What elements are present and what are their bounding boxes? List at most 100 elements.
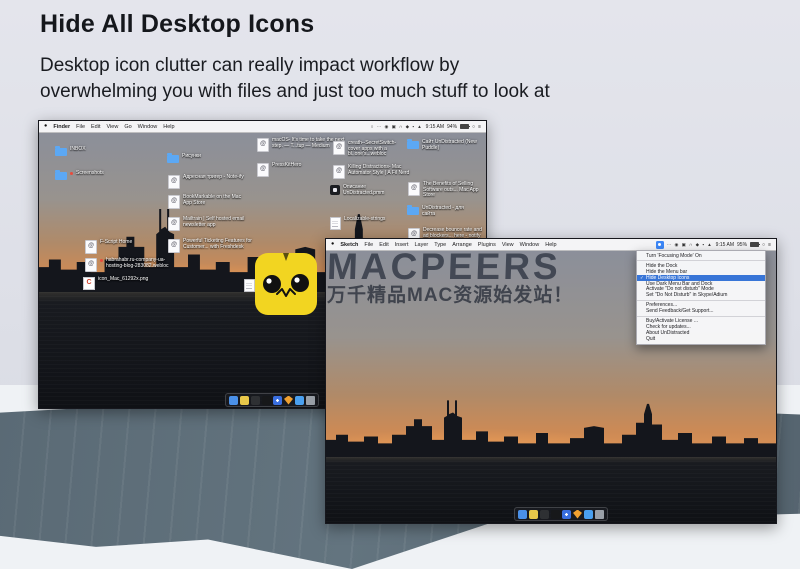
undistracted-dropdown-menu: Turn 'Focusing Mode' On Hide the Dock Hi…: [636, 250, 766, 345]
icon-label: F-Script Home: [100, 239, 133, 245]
desktop-icon-webloc[interactable]: @ Mailtrain | Self hosted email newslette…: [168, 216, 257, 231]
battery-icon: [460, 123, 470, 130]
webloc-icon: @: [168, 175, 180, 189]
dock-icon-7[interactable]: [295, 395, 304, 405]
document-icon: [330, 217, 341, 230]
webloc-icon: @: [333, 165, 345, 179]
desktop-icon-folder[interactable]: UnDistracted - для сайта: [407, 205, 477, 217]
folder-icon: [407, 205, 419, 215]
dock: [514, 507, 608, 521]
dock-icon-safari[interactable]: [562, 509, 571, 519]
desktop-icon-webloc[interactable]: @ habrahabr.ru-company-ua-hosting-blog-28…: [85, 257, 180, 272]
desktop-icon-webloc[interactable]: @ BookMarkable on the Mac App Store: [168, 194, 251, 209]
battery-icon: [750, 241, 760, 248]
apple-icon[interactable]: ●: [44, 123, 47, 129]
webloc-icon: @: [257, 163, 269, 177]
menu-file[interactable]: File: [76, 124, 85, 130]
status-icons[interactable]: ○ ⋯ ◉ ▣ ∩ ◆ ▪ ▲: [371, 124, 423, 130]
icon-label: UnDistracted - для сайта: [422, 205, 464, 217]
icon-label: Рисунки: [182, 153, 201, 159]
desktop-icon-inbox[interactable]: INBOX: [55, 146, 86, 156]
desktop-icon-webloc[interactable]: @ Killing Distractions- Mac Automator Sty…: [333, 164, 414, 179]
image-file-icon: C: [83, 277, 95, 290]
dock-icon-2[interactable]: [240, 395, 249, 405]
desktop-icon-webloc[interactable]: @ F-Script Home: [85, 239, 133, 254]
menu-window[interactable]: Window: [138, 124, 158, 130]
menu-go[interactable]: Go: [124, 124, 131, 130]
menu-edit[interactable]: Edit: [91, 124, 100, 130]
webloc-icon: @: [85, 240, 97, 254]
dock-icon-3[interactable]: [251, 395, 260, 405]
page-subtitle: Desktop icon clutter can really impact w…: [40, 53, 550, 105]
desktop-icon-webloc[interactable]: @ Адресная тригер - Note-ify: [168, 174, 257, 189]
clock[interactable]: 9:15 AM: [426, 124, 444, 130]
header: Hide All Desktop Icons Desktop icon clut…: [40, 10, 550, 105]
battery-percent: 95%: [737, 241, 748, 248]
icon-label: PressKitHero: [272, 162, 302, 168]
dock-icon-trash[interactable]: [306, 395, 315, 405]
dock-icon-2[interactable]: [529, 509, 538, 519]
macpeers-logo-icon: [255, 253, 317, 315]
webloc-icon: @: [168, 195, 180, 209]
desktop-icon-app[interactable]: Описание UnDistracted.pmm: [330, 184, 399, 196]
dock-icon-sketch[interactable]: [573, 509, 582, 519]
icon-label: Описание UnDistracted.pmm: [343, 184, 385, 196]
menu-item-label: Set "Do Not Disturb" in Skype/Adium: [646, 292, 728, 299]
dock-icon-7[interactable]: [584, 509, 593, 519]
desktop-icon-webloc[interactable]: @ PressKitHero: [257, 162, 302, 177]
icon-label: BookMarkable on the Mac App Store: [183, 194, 242, 206]
menu-item-quit[interactable]: Quit: [637, 336, 765, 342]
dark-app-icon: [330, 185, 340, 195]
page-title: Hide All Desktop Icons: [40, 10, 315, 38]
desktop-icon-webloc[interactable]: @ creath--SecretSwitch- cover apps with a…: [333, 140, 408, 158]
desktop-icon-webloc[interactable]: @ The Benefits of Selling Software outs..…: [408, 181, 483, 199]
status-icons[interactable]: ⋯ ◉ ▣ ∩ ◆ ▪ ▲: [667, 242, 713, 248]
icon-label: Mailtrain | Self hosted email newsletter…: [183, 216, 245, 228]
menubar-finder: ● Finder File Edit View Go Window Help ○…: [39, 121, 486, 133]
dock-icon-finder[interactable]: [518, 509, 527, 519]
battery-percent: 94%: [447, 123, 458, 130]
desktop-icon-small[interactable]: [244, 279, 255, 292]
desktop-icon-image[interactable]: Cicon_Mac_61292x.png: [83, 276, 148, 290]
menu-item-label: Quit: [646, 335, 656, 342]
dock-icon-sketch[interactable]: [284, 395, 293, 405]
menu-list-icon[interactable]: ≡: [768, 242, 771, 248]
webloc-icon: @: [333, 141, 345, 155]
search-icon[interactable]: ○: [762, 242, 765, 248]
icon-label: INBOX: [70, 146, 86, 152]
webloc-icon: @: [257, 138, 269, 152]
icon-label: creath--SecretSwitch- cover apps with a …: [348, 140, 397, 158]
menu-item-focusing-mode[interactable]: Turn 'Focusing Mode' On: [637, 253, 765, 259]
dock-icon-3[interactable]: [540, 509, 549, 519]
desktop-icon-screenshots[interactable]: Screenshots: [55, 170, 104, 180]
menu-list-icon[interactable]: ≡: [478, 124, 481, 130]
desktop-icon-pictures[interactable]: Рисунки: [167, 153, 201, 163]
menu-help[interactable]: Help: [163, 124, 174, 130]
dock-icon-finder[interactable]: [229, 395, 238, 405]
dock-icon-4[interactable]: [551, 509, 560, 519]
search-icon[interactable]: ○: [472, 124, 475, 130]
icon-label: Localizable-strings: [344, 216, 386, 222]
menu-view[interactable]: View: [107, 124, 119, 130]
undistracted-menubar-icon[interactable]: [655, 240, 664, 249]
red-dot-badge: [70, 172, 73, 175]
folder-icon: [167, 153, 179, 163]
icon-label: Screenshots: [76, 170, 104, 176]
menu-separator: [637, 299, 765, 301]
menubar-app-name[interactable]: Finder: [53, 124, 70, 130]
desktop-icon-webloc[interactable]: @ Powerful Ticketing Features for Custome…: [168, 238, 263, 253]
webloc-icon: @: [85, 258, 97, 272]
dock-icon-safari[interactable]: [273, 395, 282, 405]
macpeers-brand-text: MACPEERS: [326, 246, 562, 287]
dock-icon-trash[interactable]: [595, 509, 604, 519]
icon-label: Killing Distractions- Mac Automator Styl…: [348, 164, 410, 176]
icon-label: The Benefits of Selling Software outs...…: [423, 181, 479, 199]
clock[interactable]: 9:15 AM: [716, 242, 734, 248]
menu-item-dnd-skype[interactable]: Set "Do Not Disturb" in Skype/Adium: [637, 292, 765, 298]
desktop-icon-doc[interactable]: Localizable-strings: [330, 216, 399, 230]
dock-icon-4[interactable]: [262, 395, 271, 405]
desktop-icon-folder[interactable]: Сайт UnDistracted (New Puddle): [407, 139, 477, 151]
macpeers-tagline: 万千精品MAC资源始发站！: [327, 285, 574, 306]
folder-icon: [55, 146, 67, 156]
menu-item-feedback[interactable]: Send Feedback/Get Support...: [637, 308, 765, 314]
